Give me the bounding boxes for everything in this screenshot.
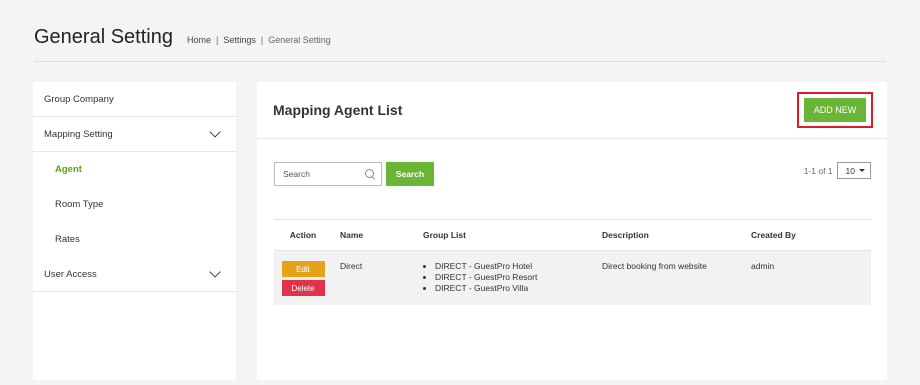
sidebar-item-mapping-setting[interactable]: Mapping Setting [33,117,236,152]
group-list: DIRECT - GuestPro Hotel DIRECT - GuestPr… [423,261,586,294]
search-icon [365,169,375,179]
name-cell: Direct [332,250,415,305]
edit-button[interactable]: Edit [281,261,325,277]
created-by-cell: admin [743,250,871,305]
page-size-value: 10 [845,165,855,176]
breadcrumb-current: General Setting [268,35,331,45]
sidebar-item-label: Agent [55,164,82,175]
settings-sidebar: Group Company Mapping Setting Agent Room… [33,82,236,380]
breadcrumb-separator: | [260,35,264,45]
column-header-created-by: Created By [743,219,871,251]
group-list-item: DIRECT - GuestPro Villa [435,283,586,294]
search-button[interactable]: Search [386,162,434,186]
agent-table: Action Name Group List Description Creat… [274,219,871,305]
page-title: General Setting [34,26,173,48]
add-new-highlight: ADD NEW [797,92,873,128]
header-divider [34,61,886,62]
sidebar-subitem-agent[interactable]: Agent [33,152,236,187]
page-header: General Setting Home | Settings | Genera… [34,26,331,49]
page-size-select[interactable]: 10 [836,162,871,179]
column-header-action: Action [274,219,332,251]
search-toolbar: Search [274,162,434,186]
sidebar-item-user-access[interactable]: User Access [33,257,236,292]
delete-button[interactable]: Delete [281,280,325,296]
add-new-button[interactable]: ADD NEW [804,98,866,122]
sidebar-item-label: User Access [44,268,97,280]
breadcrumb: Home | Settings | General Setting [187,35,331,45]
search-input[interactable] [283,169,363,179]
sidebar-item-label: Rates [55,234,80,245]
panel-header: Mapping Agent List ADD NEW [257,82,887,139]
breadcrumb-home[interactable]: Home [187,35,211,45]
column-header-description: Description [594,219,743,251]
column-header-group-list: Group List [415,219,594,251]
group-list-item: DIRECT - GuestPro Resort [435,272,586,283]
sidebar-item-label: Group Company [44,93,114,105]
mapping-agent-panel: Mapping Agent List ADD NEW Search 1-1 of… [257,82,887,380]
pagination-info: 1-1 of 1 [803,165,833,176]
column-header-name: Name [332,219,415,251]
sidebar-item-group-company[interactable]: Group Company [33,82,236,117]
search-box [274,162,382,186]
sidebar-item-label: Room Type [55,199,104,210]
sidebar-item-label: Mapping Setting [44,128,113,140]
caret-down-icon [859,169,865,172]
table-header-row: Action Name Group List Description Creat… [274,219,871,251]
chevron-down-icon [209,126,221,138]
chevron-down-icon [209,266,221,278]
group-list-cell: DIRECT - GuestPro Hotel DIRECT - GuestPr… [415,250,594,305]
description-cell: Direct booking from website [594,250,743,305]
pagination: 1-1 of 1 10 [804,162,871,179]
panel-title: Mapping Agent List [273,102,403,118]
breadcrumb-settings[interactable]: Settings [223,35,256,45]
group-list-item: DIRECT - GuestPro Hotel [435,261,586,272]
sidebar-subitem-room-type[interactable]: Room Type [33,187,236,222]
action-cell: Edit Delete [274,250,332,305]
table-row: Edit Delete Direct DIRECT - GuestPro Hot… [274,250,871,305]
sidebar-subitem-rates[interactable]: Rates [33,222,236,257]
breadcrumb-separator: | [216,35,219,45]
